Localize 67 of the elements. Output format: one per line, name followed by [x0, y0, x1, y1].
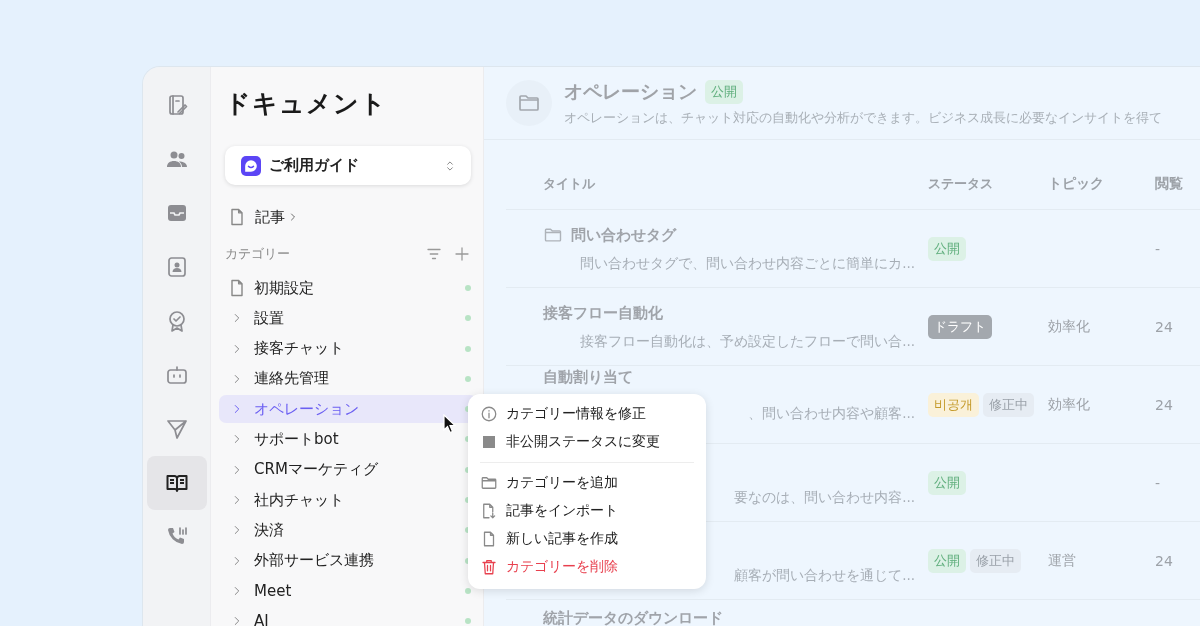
- topic-text: 効率化: [1048, 395, 1090, 412]
- article-title: 自動割り当て: [543, 368, 633, 387]
- document-download-icon: [480, 502, 498, 520]
- status-badge: 公開: [705, 80, 743, 104]
- articles-link[interactable]: 記事: [255, 207, 285, 227]
- category-label: CRMマーケティグ: [254, 460, 379, 480]
- article-description: 問い合わせタグで、問い合わせ内容ごとに簡単にカ...: [580, 254, 915, 272]
- guide-selector[interactable]: ご利用ガイド: [225, 146, 471, 185]
- robot-icon[interactable]: [164, 363, 189, 387]
- topic-text: 効率化: [1048, 317, 1090, 334]
- category-label: 接客チャット: [254, 339, 345, 359]
- category-label: AI: [254, 612, 270, 626]
- folder-icon: [543, 225, 563, 245]
- category-item[interactable]: 設置: [219, 304, 477, 333]
- view-count: 24: [1155, 552, 1173, 569]
- column-header: ステータス: [928, 175, 994, 193]
- view-count: -: [1155, 474, 1161, 491]
- status-badge: 修正中: [970, 548, 1021, 573]
- category-label: 初期設定: [254, 278, 315, 298]
- category-item[interactable]: 接客チャット: [219, 334, 477, 363]
- category-item[interactable]: AI: [219, 607, 477, 626]
- folder-icon: [480, 474, 498, 492]
- view-count: 24: [1155, 318, 1173, 335]
- menu-item[interactable]: 記事をインポート: [468, 497, 706, 525]
- status-badge: 公開: [928, 470, 966, 495]
- status-badge: 公開: [928, 548, 966, 573]
- menu-item[interactable]: 新しい記事を作成: [468, 525, 706, 553]
- menu-item[interactable]: 非公開ステータスに変更: [468, 428, 706, 456]
- status-badge: ドラフト: [928, 314, 992, 339]
- category-label: 設置: [254, 308, 285, 328]
- category-item[interactable]: 初期設定: [219, 274, 477, 302]
- category-item[interactable]: 連絡先管理: [219, 364, 477, 393]
- category-label: Meet: [254, 581, 293, 600]
- status-badge: 公開: [928, 236, 966, 261]
- view-count: -: [1155, 240, 1161, 257]
- article-description: 接客フロー自動化は、予め設定したフローで問い合...: [580, 332, 915, 350]
- category-label: 決済: [254, 520, 285, 540]
- chat-logo-icon: [241, 155, 261, 176]
- topic-text: 運営: [1048, 551, 1076, 568]
- guide-name: ご利用ガイド: [269, 156, 360, 175]
- status-badge: 修正中: [983, 392, 1034, 417]
- category-label: 社内チャット: [254, 490, 345, 510]
- plus-icon[interactable]: [453, 245, 471, 263]
- article-description: 顧客が問い合わせを通じて...: [734, 566, 915, 584]
- cursor-icon: [443, 414, 457, 434]
- article-title: 問い合わせタグ: [571, 225, 676, 245]
- column-header: タイトル: [542, 175, 596, 193]
- article-description: 、問い合わせ内容や顧客...: [748, 403, 915, 422]
- article-title: 統計データのダウンロード: [543, 608, 723, 626]
- article-title: 接客フロー自動化: [543, 303, 663, 323]
- section-label: カテゴリー: [225, 245, 291, 263]
- square-icon: [480, 433, 498, 451]
- category-label: サポートbot: [254, 430, 340, 449]
- category-label: 外部サービス連携: [254, 551, 375, 571]
- view-count: 24: [1155, 396, 1173, 413]
- menu-item[interactable]: カテゴリーを追加: [468, 469, 706, 497]
- trash-icon: [480, 558, 498, 576]
- article-description: 要なのは、問い合わせ内容...: [734, 488, 915, 506]
- category-label: 連絡先管理: [254, 369, 330, 389]
- column-header: トピック: [1048, 175, 1105, 193]
- column-header: 閲覧: [1155, 175, 1184, 193]
- category-title: オペレーション: [564, 79, 697, 104]
- status-badge: 비공개: [928, 392, 979, 417]
- info-icon: [480, 405, 498, 423]
- paper-plane-icon[interactable]: [164, 417, 189, 441]
- category-label: オペレーション: [254, 399, 360, 419]
- page-title: ドキュメント: [225, 88, 388, 120]
